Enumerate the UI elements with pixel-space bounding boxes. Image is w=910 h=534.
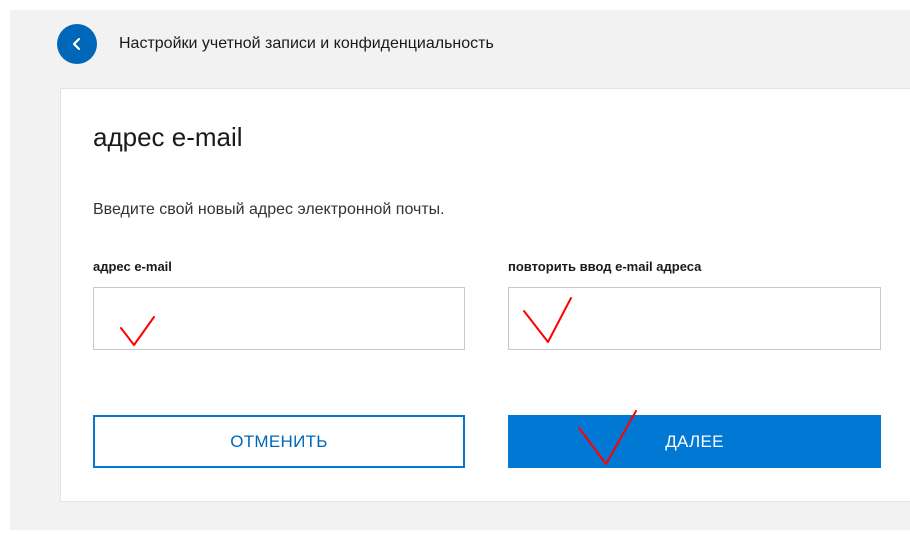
card-description: Введите свой новый адрес электронной поч… bbox=[93, 201, 445, 218]
page-title: Настройки учетной записи и конфиденциаль… bbox=[119, 35, 494, 52]
back-button[interactable] bbox=[57, 24, 97, 64]
chevron-left-icon bbox=[70, 37, 84, 51]
page-header: Настройки учетной записи и конфиденциаль… bbox=[57, 24, 494, 64]
cancel-button[interactable]: ОТМЕНИТЬ bbox=[93, 415, 465, 468]
email-label: адрес e-mail bbox=[93, 259, 172, 274]
card-title: адрес e-mail bbox=[93, 122, 243, 152]
email-confirm-input[interactable] bbox=[508, 287, 881, 350]
email-input[interactable] bbox=[93, 287, 465, 350]
email-confirm-label: повторить ввод e-mail адреса bbox=[508, 259, 702, 274]
next-button[interactable]: ДАЛЕЕ bbox=[508, 415, 881, 468]
